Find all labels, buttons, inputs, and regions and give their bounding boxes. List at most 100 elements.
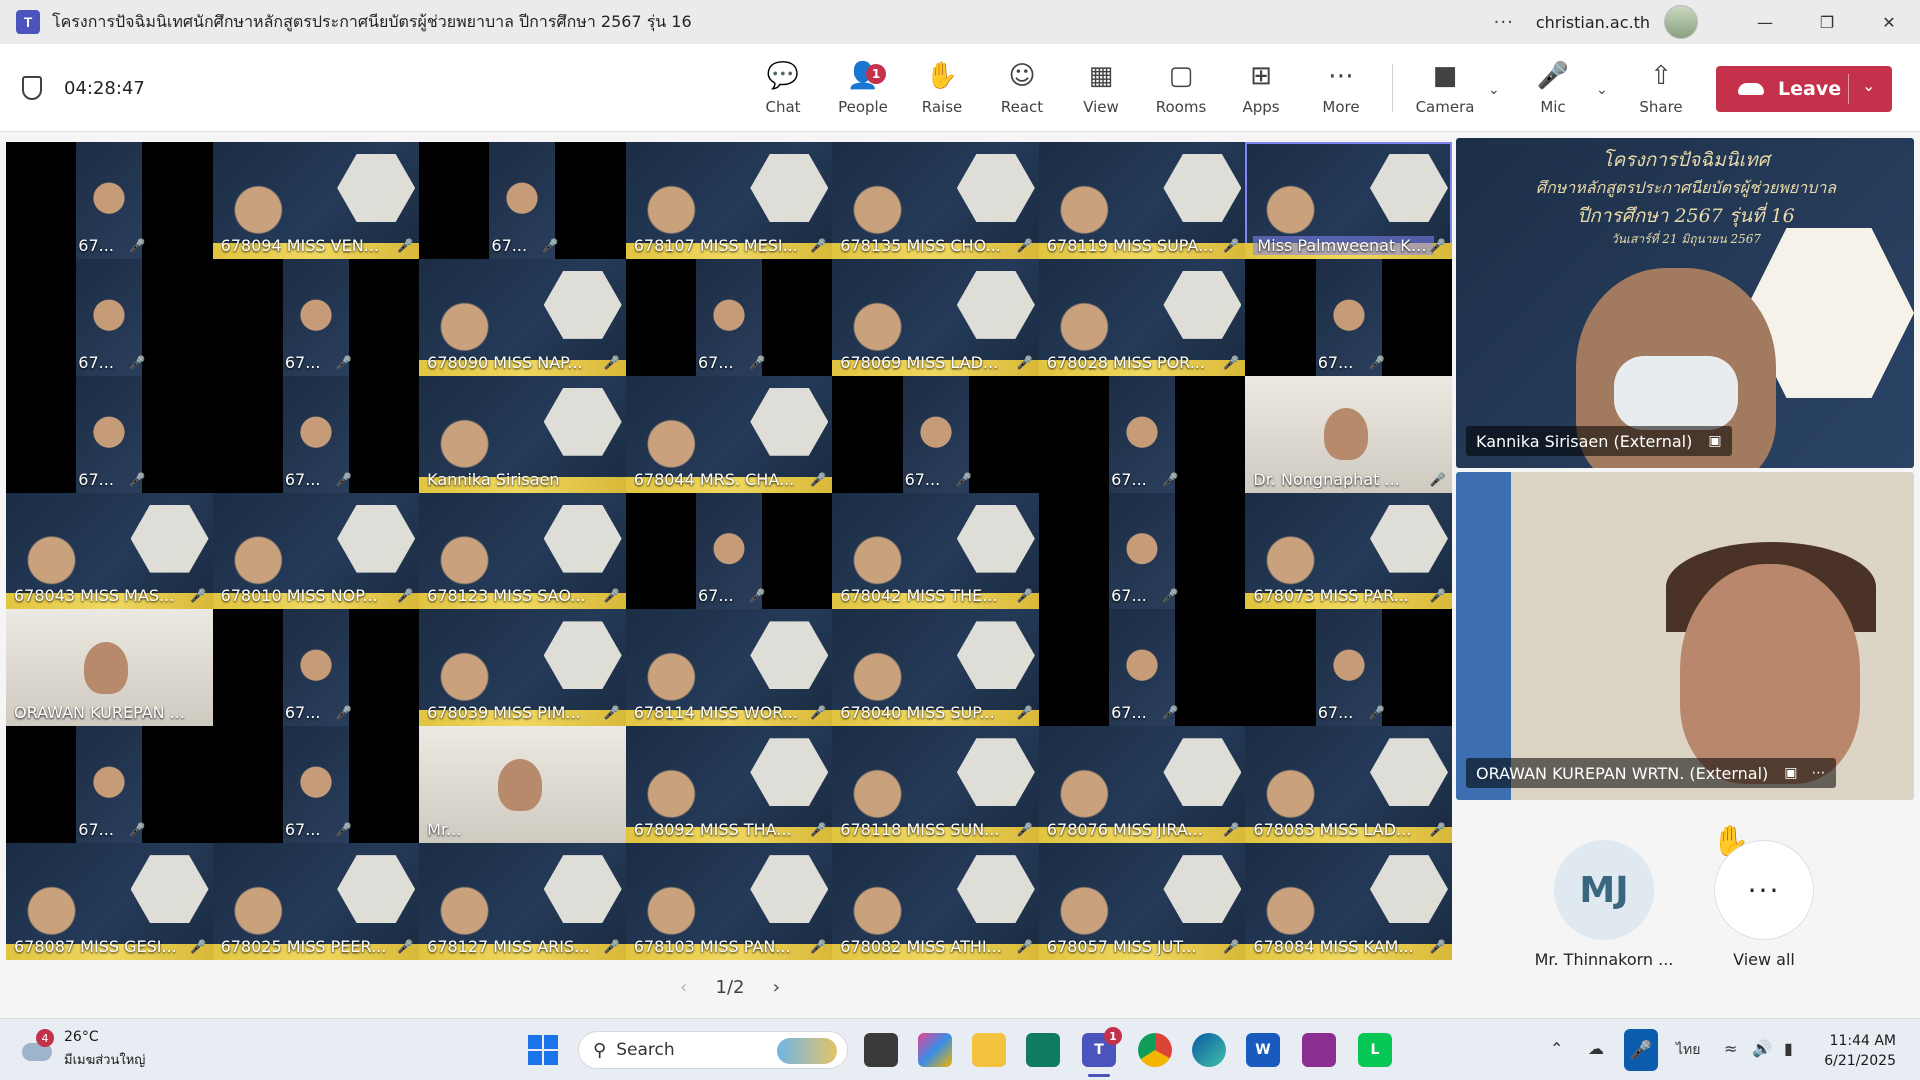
- prev-page-chevron-icon[interactable]: ‹: [680, 977, 687, 998]
- raise-hand-button[interactable]: ✋ Raise: [907, 58, 977, 116]
- participant-tile[interactable]: 678025 MISS PEER... 🎤: [212, 843, 420, 960]
- participant-tile[interactable]: 67... 🎤: [6, 375, 213, 493]
- people-button[interactable]: 👤 1 People: [828, 58, 898, 116]
- camera-options-chevron-icon[interactable]: ⌄: [1488, 82, 1500, 98]
- participant-tile[interactable]: 67... 🎤: [212, 375, 420, 493]
- participant-tile[interactable]: 678114 MISS WOR... 🎤: [625, 609, 833, 727]
- participant-tile[interactable]: Kannika Sirisaen: [419, 375, 626, 493]
- participant-tile[interactable]: 678135 MISS CHO... 🎤: [832, 142, 1039, 259]
- view-all-button[interactable]: ···: [1714, 840, 1814, 940]
- view-button[interactable]: ▦ View: [1066, 58, 1136, 116]
- copilot-icon[interactable]: [918, 1033, 952, 1067]
- more-button[interactable]: ⋯ More: [1306, 58, 1376, 116]
- participant-tile[interactable]: 67... 🎤: [625, 492, 833, 610]
- participant-tile[interactable]: 678094 MISS VEN... 🎤: [212, 142, 420, 259]
- onedrive-icon[interactable]: ☁: [1588, 1039, 1604, 1058]
- participant-tile[interactable]: 678039 MISS PIM... 🎤: [419, 609, 626, 727]
- participant-tile[interactable]: Mr...: [419, 726, 626, 844]
- participant-tile[interactable]: 67... 🎤: [6, 726, 213, 844]
- account-avatar[interactable]: [1664, 5, 1698, 39]
- input-language[interactable]: ไทย: [1676, 1039, 1700, 1061]
- participant-tile[interactable]: 678040 MISS SUP... 🎤: [832, 609, 1039, 727]
- tile-more-options-icon[interactable]: ⋯: [1812, 765, 1826, 781]
- wifi-icon[interactable]: ≈: [1724, 1039, 1737, 1058]
- mic-off-icon: 🎤: [810, 823, 827, 839]
- participant-tile[interactable]: 67... 🎤: [212, 609, 420, 727]
- app-icon[interactable]: [1302, 1033, 1336, 1067]
- word-icon[interactable]: W: [1246, 1033, 1280, 1067]
- participant-tile[interactable]: 678090 MISS NAP... 🎤: [419, 258, 626, 376]
- mic-button[interactable]: 🎤 Mic: [1518, 58, 1588, 116]
- participant-tile[interactable]: 678069 MISS LAD... 🎤: [832, 258, 1039, 376]
- participant-tile[interactable]: 678083 MISS LAD... 🎤: [1245, 726, 1452, 844]
- participant-tile[interactable]: 678010 MISS NOP... 🎤: [212, 492, 420, 610]
- pinned-video-tile[interactable]: ORAWAN KUREPAN WRTN. (External) ▣ ⋯: [1456, 472, 1914, 800]
- participant-tile[interactable]: Dr. Nongnaphat ... 🎤: [1245, 375, 1452, 493]
- mic-options-chevron-icon[interactable]: ⌄: [1596, 82, 1608, 98]
- more-options-button[interactable]: ···: [1494, 12, 1514, 33]
- camera-button[interactable]: ■ Camera: [1410, 58, 1480, 116]
- participant-tile[interactable]: 678043 MISS MAS... 🎤: [6, 492, 213, 610]
- store-icon[interactable]: [1026, 1033, 1060, 1067]
- task-view-icon[interactable]: [864, 1033, 898, 1067]
- pinned-video-tile[interactable]: โครงการปัจฉิมนิเทศ ศึกษาหลักสูตรประกาศนี…: [1456, 138, 1914, 468]
- share-button[interactable]: ⇧ Share: [1626, 58, 1696, 116]
- participant-tile[interactable]: 678087 MISS GESI... 🎤: [6, 843, 213, 960]
- volume-icon[interactable]: 🔊: [1752, 1039, 1772, 1058]
- system-clock[interactable]: 11:44 AM 6/21/2025: [1824, 1031, 1896, 1071]
- participant-tile[interactable]: Miss Palmweenat Ki... 🎤: [1245, 142, 1452, 259]
- weather-widget[interactable]: 4: [20, 1029, 54, 1063]
- participant-tile[interactable]: 67... 🎤: [212, 726, 420, 844]
- file-explorer-icon[interactable]: [972, 1033, 1006, 1067]
- participant-tile[interactable]: 678123 MISS SAO... 🎤: [419, 492, 626, 610]
- participant-tile[interactable]: 67... 🎤: [832, 375, 1039, 493]
- participant-tile[interactable]: 678119 MISS SUPA... 🎤: [1038, 142, 1246, 259]
- participant-tile[interactable]: 678118 MISS SUN... 🎤: [832, 726, 1039, 844]
- mic-off-icon: 🎤: [810, 472, 827, 488]
- participant-tile[interactable]: 67... 🎤: [1038, 492, 1246, 610]
- account-name[interactable]: christian.ac.th: [1536, 13, 1650, 32]
- show-hidden-icons-chevron-icon[interactable]: ⌃: [1550, 1039, 1563, 1058]
- leave-options-chevron-icon[interactable]: ⌄: [1862, 76, 1875, 95]
- participant-tile[interactable]: 678042 MISS THE... 🎤: [832, 492, 1039, 610]
- participant-tile[interactable]: 678107 MISS MESI... 🎤: [625, 142, 833, 259]
- taskbar-search[interactable]: ⚲ Search: [578, 1031, 848, 1069]
- participant-tile[interactable]: 678127 MISS ARIS... 🎤: [419, 843, 626, 960]
- edge-icon[interactable]: [1192, 1033, 1226, 1067]
- microphone-in-use-icon[interactable]: 🎤: [1624, 1029, 1658, 1071]
- line-icon[interactable]: L: [1358, 1033, 1392, 1067]
- restore-button[interactable]: ❐: [1796, 0, 1858, 44]
- participant-tile[interactable]: 67... 🎤: [1038, 375, 1246, 493]
- participant-tile[interactable]: 678082 MISS ATHI... 🎤: [832, 843, 1039, 960]
- participant-tile[interactable]: 67... 🎤: [1038, 609, 1246, 727]
- participant-tile[interactable]: 67... 🎤: [625, 258, 833, 376]
- participant-tile[interactable]: 678076 MISS JIRA... 🎤: [1038, 726, 1246, 844]
- rooms-button[interactable]: ▢ Rooms: [1146, 58, 1216, 116]
- next-page-chevron-icon[interactable]: ›: [773, 977, 780, 998]
- minimize-button[interactable]: —: [1734, 0, 1796, 44]
- participant-tile[interactable]: 678092 MISS THA... 🎤: [625, 726, 833, 844]
- participant-tile[interactable]: ORAWAN KUREPAN ...: [6, 609, 213, 727]
- teams-taskbar-icon[interactable]: T 1: [1082, 1027, 1122, 1077]
- participant-tile[interactable]: 67... 🎤: [419, 142, 626, 259]
- participant-tile[interactable]: 678028 MISS POR... 🎤: [1038, 258, 1246, 376]
- participant-tile[interactable]: 678103 MISS PAN... 🎤: [625, 843, 833, 960]
- participant-tile[interactable]: 678057 MISS JUT... 🎤: [1038, 843, 1246, 960]
- participant-tile[interactable]: 678084 MISS KAM... 🎤: [1245, 843, 1452, 960]
- participant-tile[interactable]: 67... 🎤: [1245, 609, 1452, 727]
- start-button[interactable]: [528, 1035, 558, 1065]
- chat-button[interactable]: 💬 Chat: [748, 58, 818, 116]
- participant-avatar[interactable]: MJ: [1554, 840, 1654, 940]
- leave-button[interactable]: Leave ⌄: [1716, 66, 1892, 112]
- participant-tile[interactable]: 67... 🎤: [212, 258, 420, 376]
- participant-tile[interactable]: 678073 MISS PAR... 🎤: [1245, 492, 1452, 610]
- chrome-icon[interactable]: [1138, 1033, 1172, 1067]
- participant-tile[interactable]: 67... 🎤: [6, 258, 213, 376]
- apps-button[interactable]: ⊞ Apps: [1226, 58, 1296, 116]
- close-button[interactable]: ✕: [1858, 0, 1920, 44]
- react-button[interactable]: ☺ React: [987, 58, 1057, 116]
- participant-tile[interactable]: 67... 🎤: [1245, 258, 1452, 376]
- participant-tile[interactable]: 678044 MRS. CHA... 🎤: [625, 375, 833, 493]
- participant-tile[interactable]: 67... 🎤: [6, 142, 213, 259]
- battery-icon[interactable]: ▮: [1784, 1039, 1793, 1058]
